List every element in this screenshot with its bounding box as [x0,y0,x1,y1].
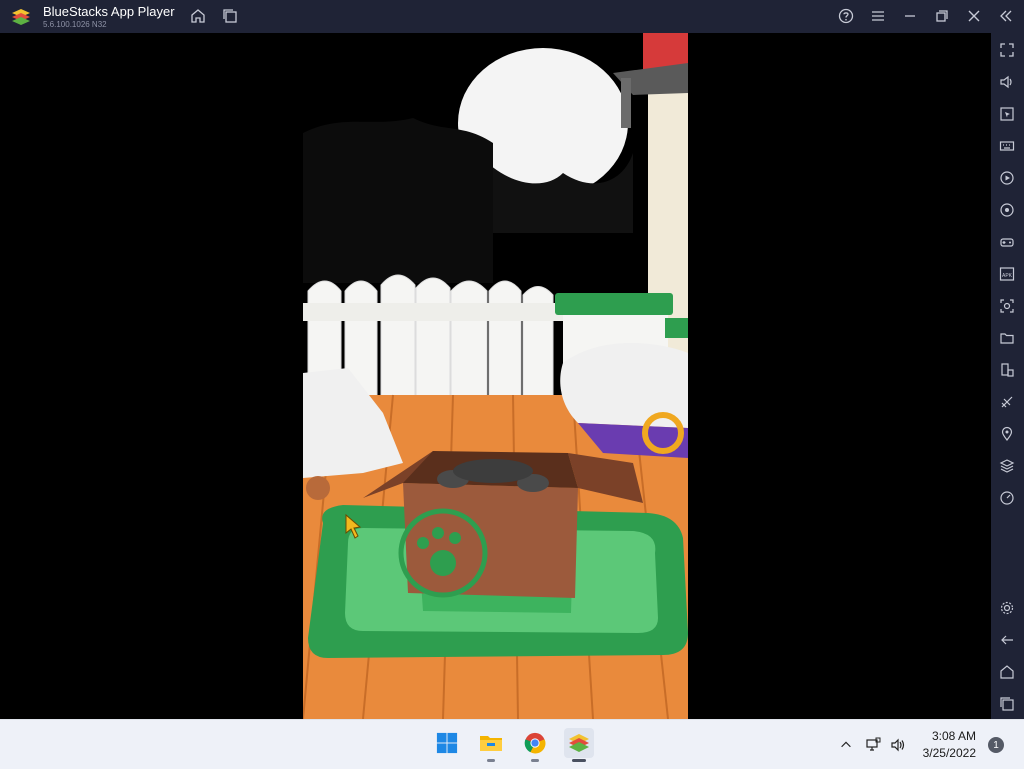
clock-time[interactable]: 3:08 AM [932,729,976,743]
chevron-up-icon[interactable] [837,736,855,754]
screenshot-icon[interactable] [998,297,1016,315]
help-icon[interactable] [836,6,856,26]
clock-date[interactable]: 3/25/2022 [923,746,976,760]
file-explorer-icon[interactable] [476,728,506,762]
rotate-icon[interactable] [998,361,1016,379]
apk-icon[interactable]: APK [998,265,1016,283]
menu-icon[interactable] [868,6,888,26]
bluestacks-logo-icon [10,7,32,27]
folder-icon[interactable] [998,329,1016,347]
macro-icon[interactable] [998,169,1016,187]
gamepad-icon[interactable] [998,233,1016,251]
performance-icon[interactable] [998,489,1016,507]
bluestacks-sidebar: APK [991,33,1024,719]
keyboard-icon[interactable] [998,137,1016,155]
back-icon[interactable] [998,631,1016,649]
active-indicator [572,759,586,762]
settings-icon[interactable] [998,599,1016,617]
location-icon[interactable] [998,425,1016,443]
eco-mode-icon[interactable] [998,393,1016,411]
sync-icon[interactable] [998,201,1016,219]
recent-apps-icon[interactable] [998,695,1016,713]
game-scene [303,33,688,719]
layers-icon[interactable] [998,457,1016,475]
emulator-screen [0,33,991,719]
running-indicator [487,759,495,762]
windows-start-icon[interactable] [432,728,462,758]
game-viewport[interactable] [303,33,688,719]
running-indicator [531,759,539,762]
version-label: 5.6.100.1026 N32 [43,20,107,29]
bluestacks-icon[interactable] [564,728,594,762]
restore-icon[interactable] [932,6,952,26]
windows-taskbar: 3:08 AM 3/25/2022 [0,719,1024,769]
collapse-sidebar-icon[interactable] [996,6,1016,26]
android-home-icon[interactable] [998,663,1016,681]
volume-icon[interactable] [998,73,1016,91]
apk-label: APK [1002,273,1013,279]
window-title: BlueStacks App Player [43,4,175,19]
multi-instance-icon[interactable] [220,6,240,26]
network-icon[interactable] [864,736,882,754]
pointer-icon[interactable] [998,105,1016,123]
close-icon[interactable] [964,6,984,26]
speaker-icon[interactable] [889,736,907,754]
home-icon[interactable] [188,6,208,26]
chrome-icon[interactable] [520,728,550,762]
title-bar: BlueStacks App Player 5.6.100.1026 N32 [0,0,1024,33]
minimize-icon[interactable] [900,6,920,26]
notification-badge[interactable]: 1 [988,737,1004,753]
fullscreen-icon[interactable] [998,41,1016,59]
